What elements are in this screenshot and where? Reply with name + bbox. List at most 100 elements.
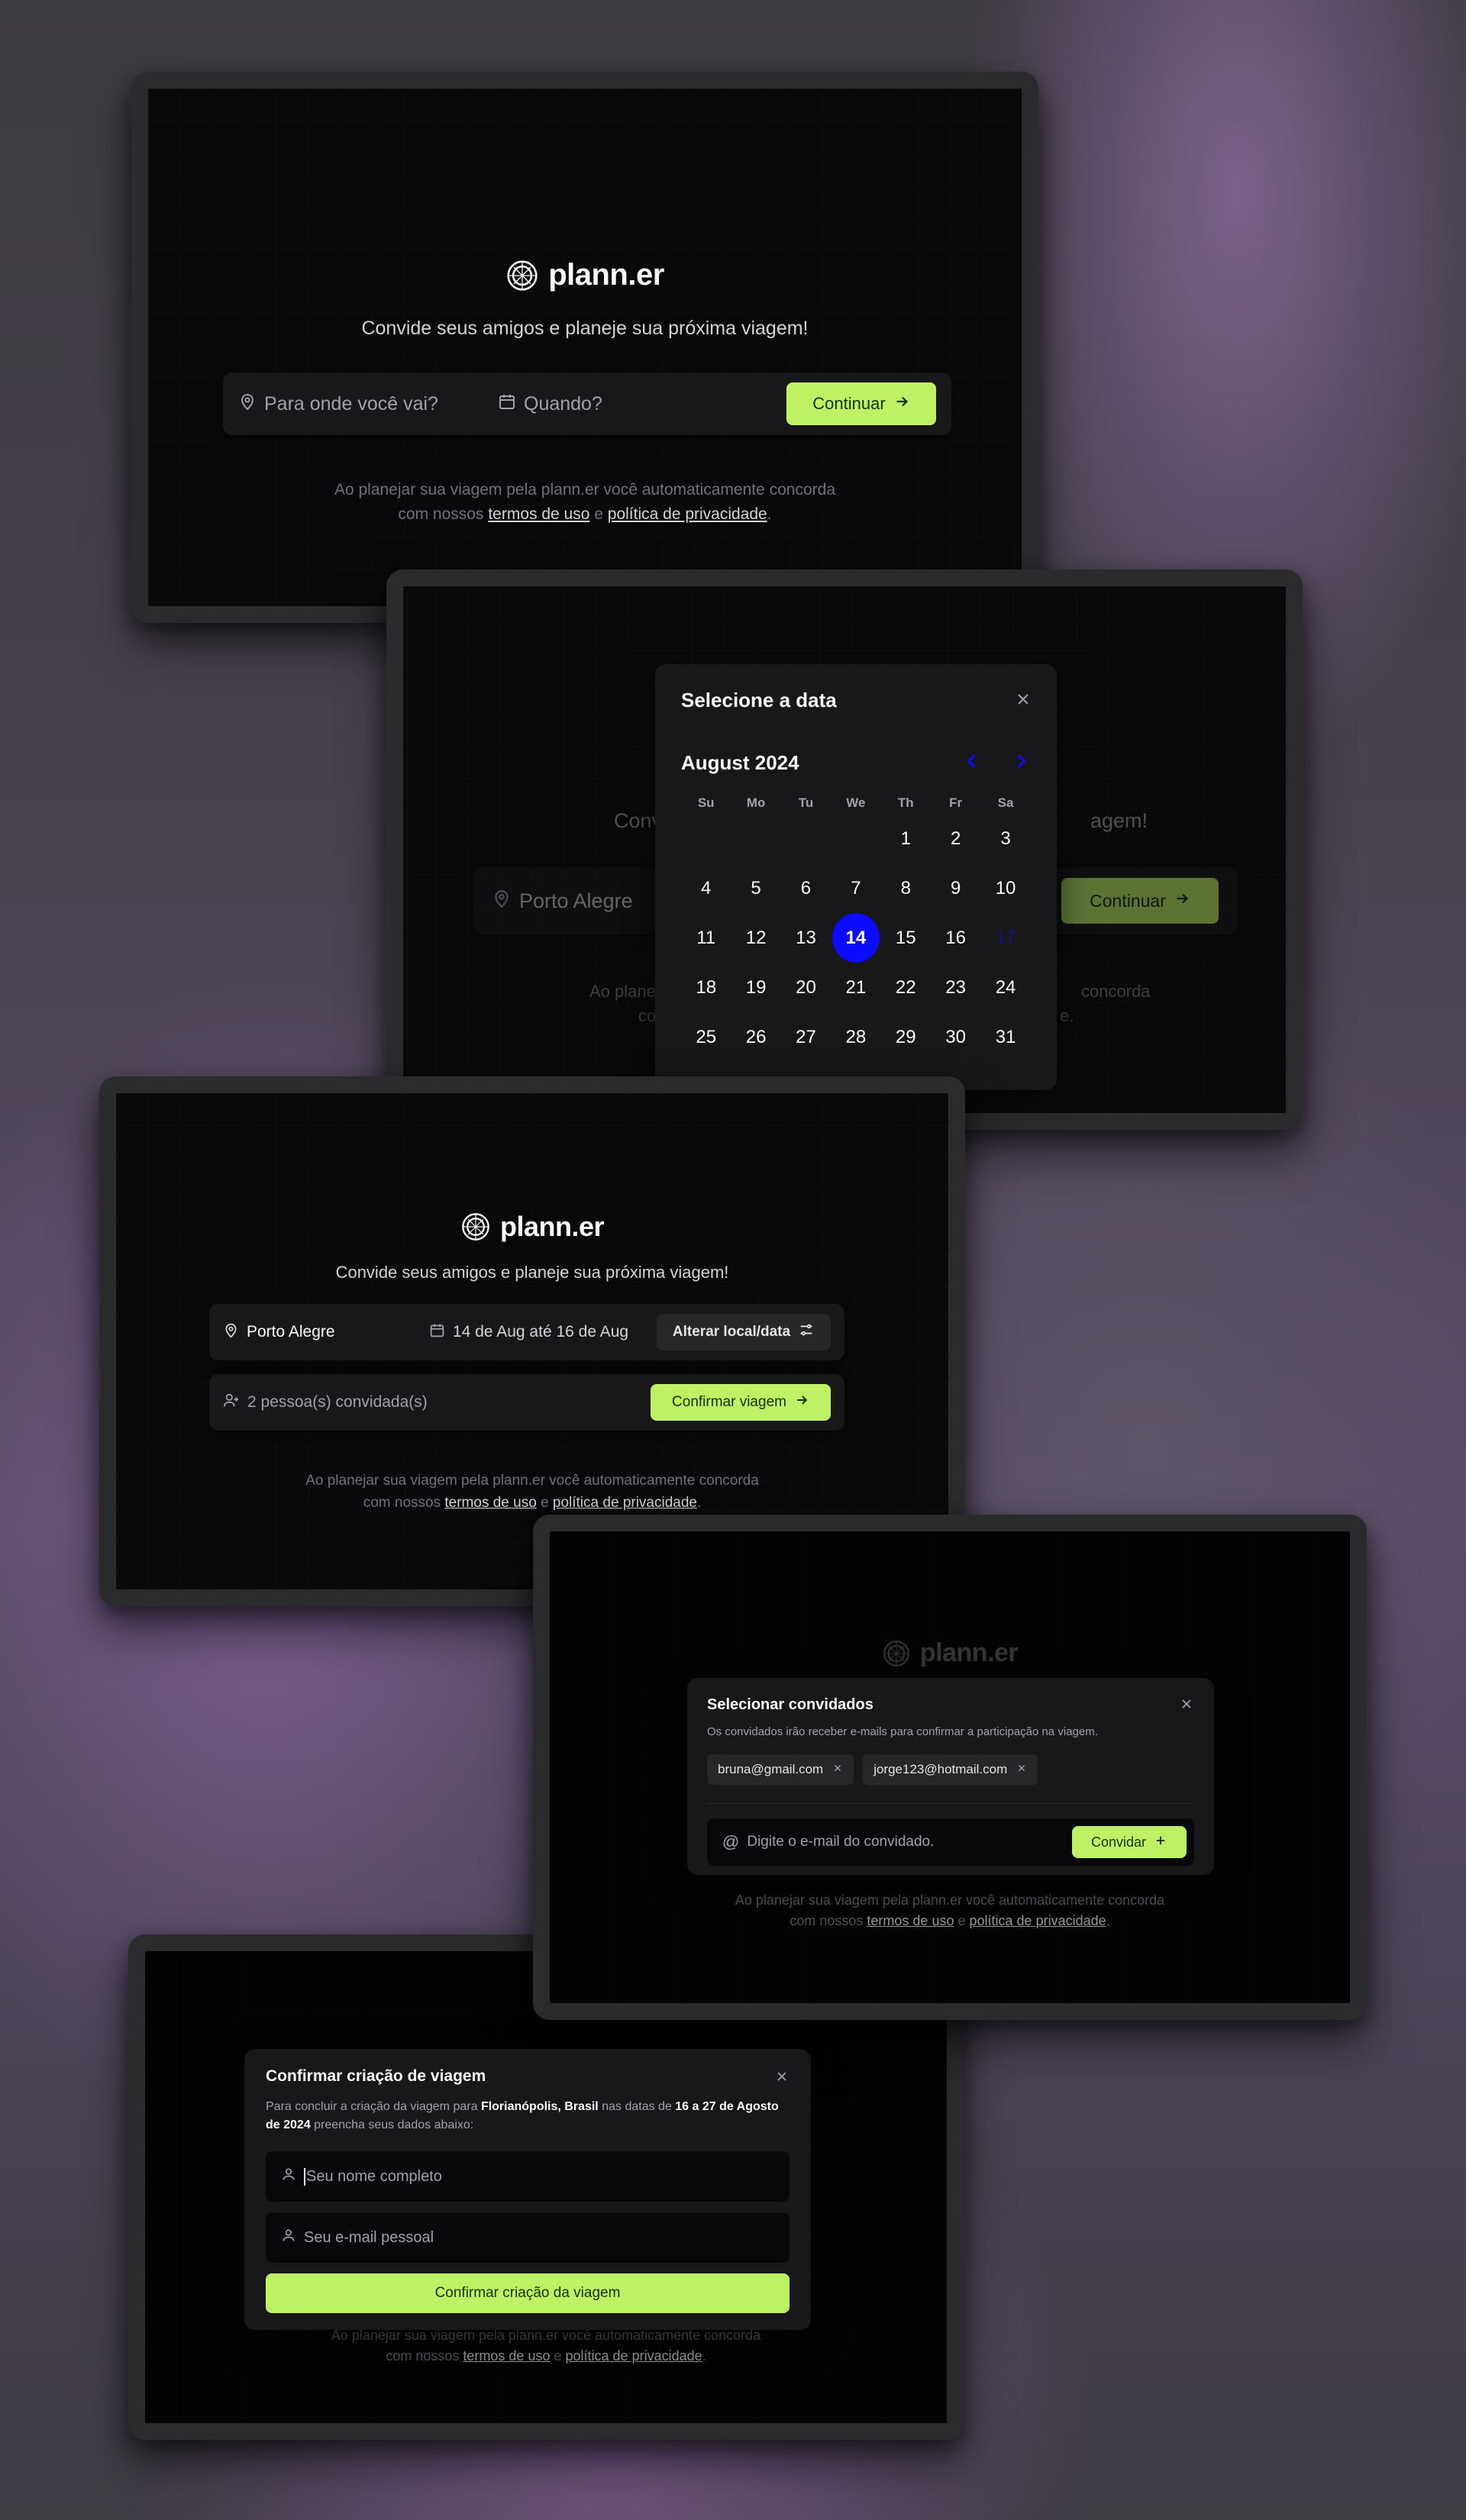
calendar-day[interactable]: 2 (931, 814, 980, 863)
calendar-day[interactable]: 25 (681, 1012, 731, 1062)
terms-fragment-right: concorda (1081, 982, 1151, 1001)
calendar-icon (429, 1322, 445, 1343)
calendar-day[interactable]: 27 (781, 1012, 831, 1062)
calendar-day[interactable]: 17 (980, 913, 1030, 963)
remove-email-icon[interactable] (832, 1762, 843, 1777)
screen-2-window: Conv agem! Ao planeja concorda co e. Por… (386, 570, 1303, 1130)
invite-button[interactable]: Convidar (1072, 1826, 1187, 1858)
destination-value[interactable]: Porto Alegre (519, 889, 633, 913)
user-icon (281, 2228, 296, 2247)
chevron-left-icon[interactable] (962, 751, 982, 775)
name-field[interactable]: Seu nome completo (266, 2151, 790, 2202)
continue-button[interactable]: Continuar (1061, 878, 1219, 924)
close-icon[interactable] (774, 2069, 790, 2088)
invite-guests-modal: Selecionar convidados Os convidados irão… (687, 1678, 1214, 1875)
calendar-day[interactable]: 10 (980, 863, 1030, 913)
email-chip: jorge123@hotmail.com (863, 1754, 1038, 1785)
calendar-day[interactable]: 7 (831, 863, 880, 913)
terms-link[interactable]: termos de uso (488, 505, 589, 523)
calendar-day[interactable]: 28 (831, 1012, 880, 1062)
close-icon[interactable] (1179, 1696, 1194, 1715)
destination-field: Porto Alegre (223, 1322, 429, 1343)
calendar-day[interactable]: 13 (781, 913, 831, 963)
privacy-link[interactable]: política de privacidade (553, 1495, 697, 1511)
app-logo: plann.er (116, 1211, 948, 1243)
calendar-day[interactable]: 29 (881, 1012, 931, 1062)
email-field[interactable]: Seu e-mail pessoal (266, 2212, 790, 2263)
name-input[interactable]: Seu nome completo (304, 2167, 442, 2186)
tagline: Convide seus amigos e planeje sua próxim… (335, 1263, 729, 1282)
calendar-day[interactable]: 5 (731, 863, 780, 913)
terms-line-1: Ao planejar sua viagem pela plann.er voc… (305, 1473, 759, 1489)
email-input[interactable]: Seu e-mail pessoal (304, 2229, 434, 2247)
chevron-right-icon[interactable] (1011, 751, 1031, 775)
calendar-day[interactable]: 31 (980, 1012, 1030, 1062)
terms-link[interactable]: termos de uso (463, 2348, 550, 2364)
confirm-trip-button[interactable]: Confirmar viagem (651, 1384, 831, 1421)
calendar-day[interactable]: 1 (881, 814, 931, 863)
calendar-day[interactable]: 30 (931, 1012, 980, 1062)
calendar-day[interactable]: 15 (881, 913, 931, 963)
privacy-link[interactable]: política de privacidade (608, 505, 767, 523)
selected-day[interactable]: 14 (831, 913, 880, 963)
date-input[interactable]: Quando? (524, 393, 602, 415)
calendar-day[interactable]: 24 (980, 963, 1030, 1012)
terms-line-2: com nossos termos de uso e política de p… (386, 2348, 706, 2364)
calendar-empty (831, 814, 880, 863)
calendar-day[interactable]: 8 (881, 863, 931, 913)
calendar-day[interactable]: 19 (731, 963, 780, 1012)
calendar-day[interactable]: 23 (931, 963, 980, 1012)
arrow-right-icon (893, 393, 910, 415)
calendar-day[interactable]: 22 (881, 963, 931, 1012)
continue-button[interactable]: Continuar (786, 382, 936, 425)
calendar-empty (731, 814, 780, 863)
calendar-day[interactable]: 3 (980, 814, 1030, 863)
confirm-trip-modal: Confirmar criação de viagem Para conclui… (244, 2049, 811, 2330)
settings-2-icon (798, 1321, 815, 1343)
calendar-day[interactable]: 20 (781, 963, 831, 1012)
calendar-day[interactable]: 26 (731, 1012, 780, 1062)
tagline: Convide seus amigos e planeje sua próxim… (361, 318, 809, 339)
arrow-right-icon (794, 1392, 809, 1412)
terms-line-2: com nossos termos de uso e política de p… (398, 505, 772, 523)
destination-field[interactable]: Porto Alegre (492, 889, 633, 914)
privacy-link[interactable]: política de privacidade (566, 2348, 702, 2364)
calendar-day[interactable]: 16 (931, 913, 980, 963)
terms-fragment-right-2: e. (1060, 1006, 1074, 1025)
destination-field[interactable]: Para onde você vai? (238, 392, 498, 416)
calendar-day[interactable]: 12 (731, 913, 780, 963)
close-icon[interactable] (1014, 690, 1032, 712)
calendar-day[interactable]: 21 (831, 963, 880, 1012)
calendar-day[interactable]: 18 (681, 963, 731, 1012)
terms-line-1: Ao planejar sua viagem pela plann.er voc… (334, 481, 836, 499)
email-chip-label: bruna@gmail.com (718, 1762, 824, 1776)
destination-input[interactable]: Para onde você vai? (264, 393, 438, 415)
calendar-icon (498, 392, 516, 416)
terms-link[interactable]: termos de uso (444, 1495, 536, 1511)
calendar-empty (781, 814, 831, 863)
terms-notice: Ao planejar sua viagem pela plann.er voc… (116, 1470, 948, 1514)
destination-value: Porto Alegre (247, 1323, 335, 1341)
calendar-day[interactable]: 11 (681, 913, 731, 963)
guests-bar: 2 pessoa(s) convidada(s) Confirmar viage… (209, 1374, 844, 1431)
date-field[interactable]: Quando? (498, 392, 757, 416)
calendar-day[interactable]: 6 (781, 863, 831, 913)
calendar-day[interactable]: 9 (931, 863, 980, 913)
confirm-creation-button[interactable]: Confirmar criação da viagem (266, 2273, 790, 2313)
guests-value[interactable]: 2 pessoa(s) convidada(s) (247, 1393, 428, 1412)
privacy-link[interactable]: política de privacidade (970, 1913, 1106, 1928)
guest-email-input[interactable]: Digite o e-mail do convidado. (747, 1834, 934, 1850)
at-sign-icon: @ (722, 1832, 740, 1851)
modal-description: Para concluir a criação da viagem para F… (266, 2100, 779, 2131)
calendar-day[interactable]: 4 (681, 863, 731, 913)
map-pin-icon (223, 1322, 239, 1343)
trip-search-bar: Para onde você vai? Quando? Continuar (223, 373, 951, 435)
terms-link[interactable]: termos de uso (867, 1913, 954, 1928)
change-location-date-button[interactable]: Alterar local/data (657, 1314, 831, 1350)
remove-email-icon[interactable] (1016, 1762, 1027, 1777)
globe-icon (460, 1212, 491, 1242)
trip-destination: Florianópolis, Brasil (480, 2100, 599, 2113)
guests-field[interactable]: 2 pessoa(s) convidada(s) (223, 1392, 428, 1413)
continue-label: Continuar (812, 394, 886, 413)
calendar-day[interactable]: 14 (831, 913, 880, 963)
